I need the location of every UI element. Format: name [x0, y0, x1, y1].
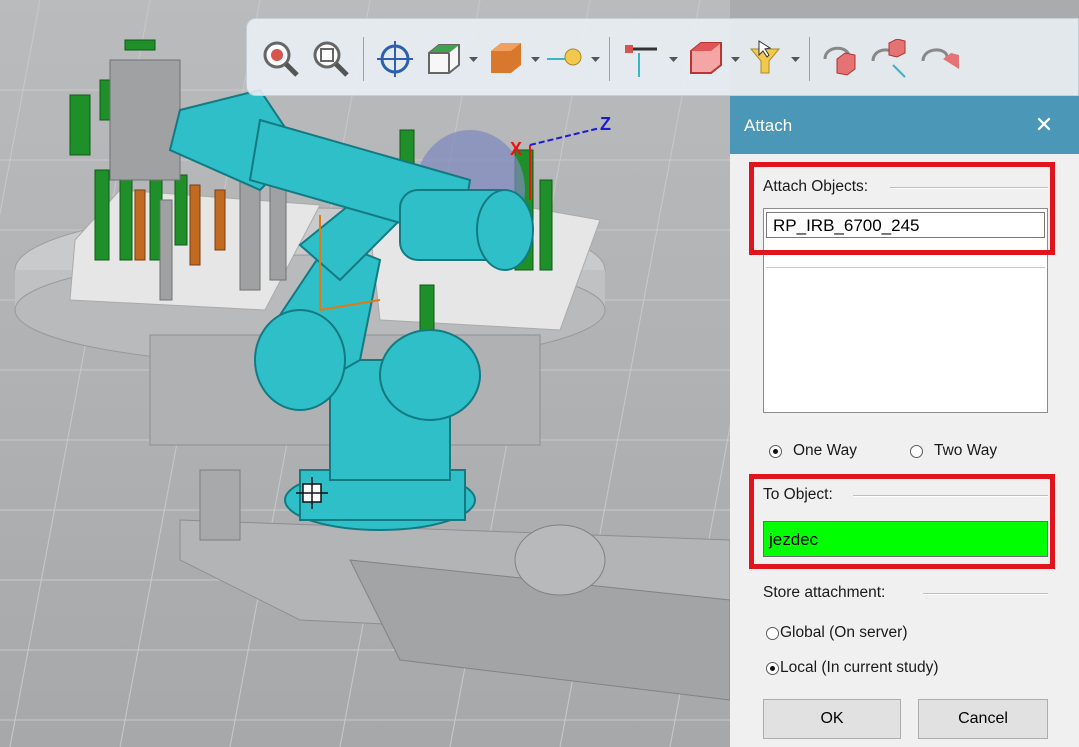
store-attachment-label: Store attachment: [763, 584, 886, 601]
zoom-to-fit-icon[interactable] [311, 39, 351, 79]
more-icon[interactable] [919, 39, 959, 79]
one-way-label: One Way [793, 442, 858, 459]
view-cube-icon[interactable] [423, 39, 463, 79]
dialog-title-bar[interactable]: Attach ✕ [730, 96, 1079, 154]
3d-viewport[interactable]: Z X [0, 0, 730, 747]
attach-icon[interactable] [819, 39, 859, 79]
global-radio[interactable] [766, 627, 779, 640]
x-axis-label: X [510, 139, 522, 159]
view-toolbar [246, 18, 1079, 96]
local-label: Local (In current study) [780, 659, 939, 676]
pick-center-icon[interactable] [375, 39, 415, 79]
chevron-down-icon[interactable] [591, 55, 600, 64]
chevron-down-icon[interactable] [731, 55, 740, 64]
cancel-button[interactable]: Cancel [918, 699, 1048, 739]
light-icon[interactable] [545, 39, 585, 79]
shading-icon[interactable] [485, 39, 525, 79]
z-axis-label: Z [600, 114, 611, 134]
two-way-label: Two Way [934, 442, 998, 459]
highlight-box [749, 474, 1055, 569]
toolbar-separator [809, 37, 810, 81]
zoom-to-selection-icon[interactable] [261, 39, 301, 79]
detach-icon[interactable] [869, 39, 909, 79]
one-way-radio[interactable] [769, 445, 782, 458]
toolbar-separator [609, 37, 610, 81]
highlight-box [749, 162, 1055, 255]
section-icon[interactable] [621, 39, 661, 79]
local-radio[interactable] [766, 662, 779, 675]
group-divider [923, 593, 1048, 595]
chevron-down-icon[interactable] [669, 55, 678, 64]
close-icon[interactable]: ✕ [1029, 110, 1059, 140]
dialog-title: Attach [744, 116, 793, 135]
pick-filter-icon[interactable] [745, 39, 785, 79]
toolbar-separator [363, 37, 364, 81]
ok-button[interactable]: OK [763, 699, 901, 739]
chevron-down-icon[interactable] [791, 55, 800, 64]
global-label: Global (On server) [780, 624, 908, 641]
list-divider [766, 267, 1045, 268]
render-mode-icon[interactable] [685, 39, 725, 79]
chevron-down-icon[interactable] [469, 55, 478, 64]
two-way-radio[interactable] [910, 445, 923, 458]
chevron-down-icon[interactable] [531, 55, 540, 64]
